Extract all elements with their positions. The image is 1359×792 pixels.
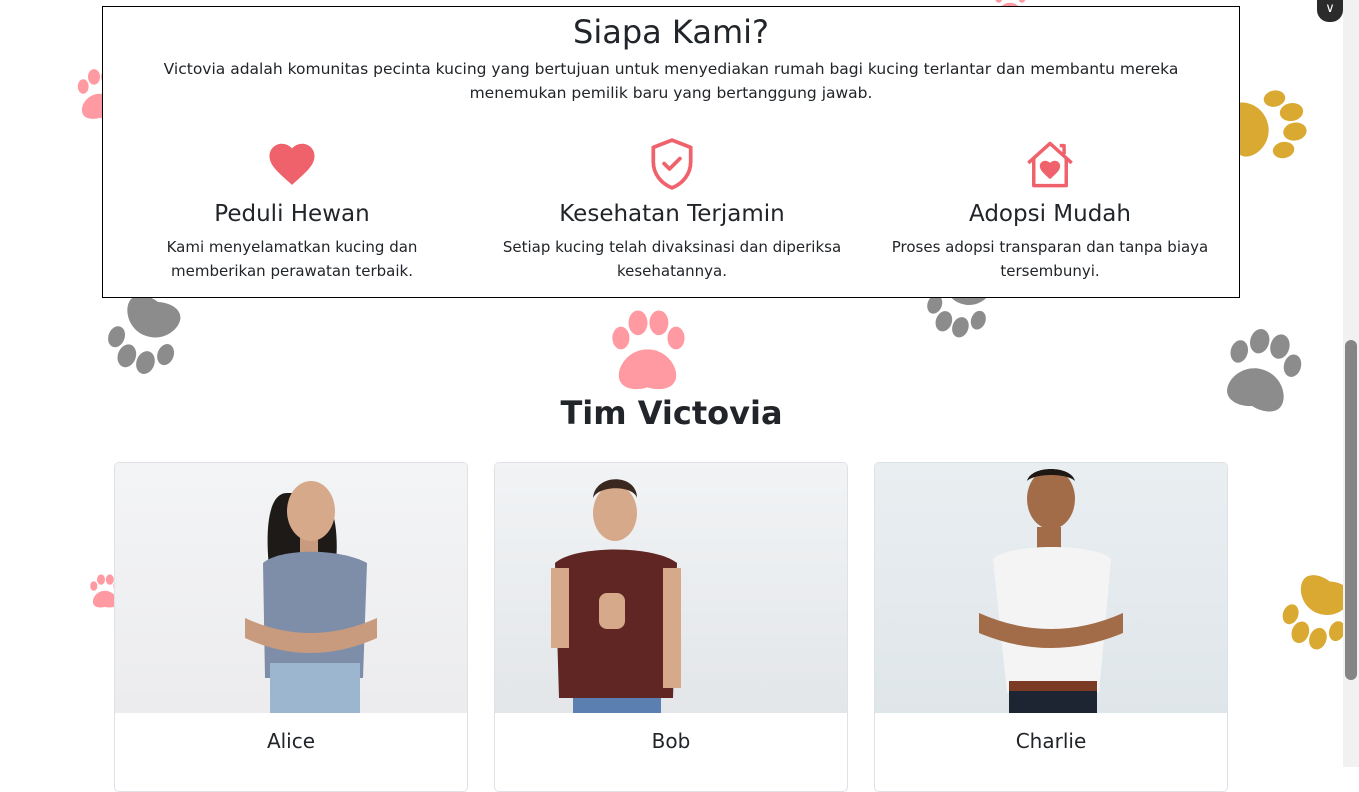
shield-check-icon bbox=[483, 137, 861, 193]
feature-card: Kesehatan Terjamin Setiap kucing telah d… bbox=[483, 137, 861, 283]
chevron-down-icon: ∨ bbox=[1325, 1, 1335, 16]
team-member-photo bbox=[115, 463, 467, 713]
feature-card: Peduli Hewan Kami menyelamatkan kucing d… bbox=[103, 137, 481, 283]
team-member-name: Bob bbox=[651, 729, 691, 753]
team-member-name: Alice bbox=[266, 729, 316, 753]
feature-title: Peduli Hewan bbox=[214, 201, 370, 227]
heart-icon bbox=[103, 137, 481, 193]
about-title: Siapa Kami? bbox=[573, 13, 769, 51]
team-member-photo bbox=[875, 463, 1227, 713]
paw-print-decoration bbox=[612, 310, 685, 390]
vue-devtools-button[interactable]: ∨ bbox=[1317, 0, 1343, 22]
about-section: Siapa Kami? Victovia adalah komunitas pe… bbox=[102, 6, 1240, 298]
feature-text: Setiap kucing telah divaksinasi dan dipe… bbox=[502, 238, 842, 280]
feature-card: Adopsi Mudah Proses adopsi transparan da… bbox=[861, 137, 1239, 283]
team-member-name: Charlie bbox=[1015, 729, 1087, 753]
feature-title: Kesehatan Terjamin bbox=[559, 201, 785, 227]
page-scrollbar[interactable] bbox=[1343, 0, 1359, 767]
team-member-card: Charlie bbox=[874, 462, 1228, 792]
feature-text: Kami menyelamatkan kucing dan memberikan… bbox=[166, 238, 418, 280]
team-member-card: Bob bbox=[494, 462, 848, 792]
feature-title: Adopsi Mudah bbox=[969, 201, 1131, 227]
team-member-card: Alice bbox=[114, 462, 468, 792]
about-description: Victovia adalah komunitas pecinta kucing… bbox=[163, 60, 1179, 102]
team-member-photo bbox=[495, 463, 847, 713]
house-heart-icon bbox=[861, 137, 1239, 193]
feature-text: Proses adopsi transparan dan tanpa biaya… bbox=[891, 238, 1209, 280]
team-title: Tim Victovia bbox=[560, 394, 783, 432]
scrollbar-thumb[interactable] bbox=[1345, 340, 1357, 680]
